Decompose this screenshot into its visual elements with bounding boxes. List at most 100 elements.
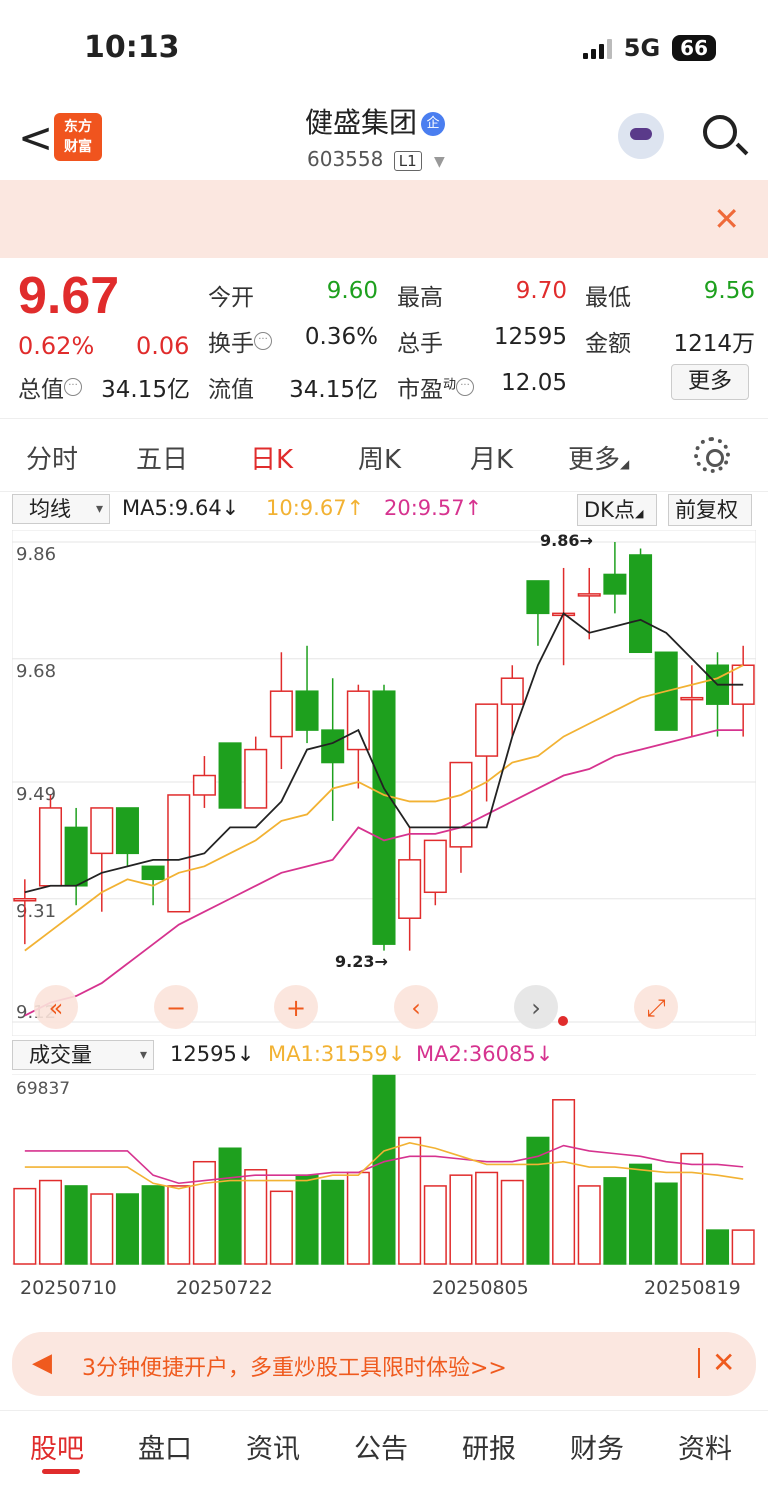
assistant-robot-icon[interactable] — [618, 113, 664, 159]
volume-bar — [449, 1174, 473, 1265]
volume-bar — [321, 1179, 345, 1265]
candle-body — [90, 807, 114, 855]
candle — [372, 684, 396, 951]
control-button-glyph: « — [49, 994, 64, 1022]
candle-body — [13, 898, 37, 902]
volume-bar — [244, 1169, 268, 1265]
vol-ma2: MA2:36085↓ — [416, 1042, 554, 1066]
volume-chart[interactable]: 69837 20250710 20250722 20250805 20250819 — [12, 1074, 756, 1316]
volume-bar — [654, 1182, 678, 1265]
bottom-tabs: 股吧 盘口 资讯 公告 研报 财务 资料 — [0, 1410, 768, 1489]
turnover-value: 0.36% — [304, 324, 378, 350]
tab-finance[interactable]: 财务 — [570, 1427, 624, 1466]
candle-body — [115, 807, 139, 855]
candle-body — [423, 839, 447, 894]
candle-body — [475, 703, 499, 757]
volume-bar — [115, 1193, 139, 1265]
volume-bar — [167, 1185, 191, 1265]
kline-chart[interactable]: 9.869.689.499.319.129.86→9.23→«−+‹›⤢ — [12, 530, 756, 1036]
candle-body — [64, 826, 88, 887]
back-icon[interactable]: < — [18, 113, 53, 162]
volume-bar — [552, 1099, 576, 1265]
tab-monthly-k[interactable]: 月K — [470, 439, 513, 476]
info-icon[interactable]: ··· — [456, 378, 475, 397]
active-tab-indicator — [42, 1469, 80, 1474]
next-icon[interactable]: › — [514, 985, 558, 1029]
rewind-icon[interactable]: « — [34, 985, 78, 1029]
info-icon[interactable]: ··· — [64, 378, 82, 397]
gear-icon[interactable] — [694, 437, 730, 473]
status-bar: 10:13 5G 66 — [0, 0, 768, 95]
control-button-glyph: › — [531, 994, 541, 1022]
dk-label: DK点 — [584, 498, 635, 522]
candle — [38, 794, 63, 887]
low-annotation: 9.23→ — [335, 952, 388, 971]
stock-code[interactable]: 603558 L1 ▼ — [307, 147, 445, 171]
tab-profile[interactable]: 资料 — [678, 1427, 732, 1466]
stock-name-text: 健盛集团 — [305, 106, 418, 139]
close-icon[interactable]: ✕ — [713, 200, 740, 238]
volume-bar — [475, 1171, 499, 1265]
tab-more-label: 更多 — [568, 445, 621, 475]
tab-news[interactable]: 资讯 — [246, 1427, 300, 1466]
amount-label: 金额 — [585, 331, 631, 357]
status-indicators: 5G 66 — [582, 34, 716, 62]
y-tick-label: 69837 — [16, 1079, 70, 1099]
dk-button[interactable]: DK点◢ — [577, 494, 657, 526]
volume-bar — [423, 1185, 447, 1265]
x-tick-label: 20250710 — [20, 1277, 117, 1299]
megaphone-icon: ◀ — [32, 1348, 52, 1378]
tab-guba[interactable]: 股吧 — [30, 1427, 84, 1466]
tab-weekly-k[interactable]: 周K — [358, 439, 401, 476]
more-button[interactable]: 更多 — [671, 364, 749, 400]
adjust-button[interactable]: 前复权 — [668, 494, 752, 526]
candle-body — [244, 748, 268, 809]
quote-high: 最高 9.70 — [397, 278, 567, 312]
ma20-value: 20:9.57↑ — [384, 496, 483, 520]
turnover-label: 换手 — [208, 331, 254, 357]
close-icon[interactable]: ✕ — [712, 1346, 735, 1379]
promo-text: 3分钟便捷开户，多重炒股工具限时体验>> — [82, 1356, 507, 1381]
search-icon[interactable] — [703, 115, 737, 149]
promo-banner[interactable]: ◀ 3分钟便捷开户，多重炒股工具限时体验>> ✕ — [12, 1332, 756, 1396]
fullscreen-icon[interactable]: ⤢ — [634, 985, 678, 1029]
pe-value: 12.05 — [501, 370, 567, 396]
tab-announcements[interactable]: 公告 — [354, 1427, 408, 1466]
volume-bar — [500, 1179, 524, 1265]
red-dot-indicator — [558, 1016, 568, 1026]
volume-bar — [603, 1177, 627, 1265]
logo-line1: 东方 — [64, 119, 92, 135]
battery-icon: 66 — [672, 35, 716, 61]
mktcap-label: 总值 — [18, 377, 64, 403]
candle-body — [372, 690, 396, 945]
signal-icon — [582, 37, 612, 59]
volume-bar — [192, 1160, 216, 1265]
quote-open: 今开 9.60 — [208, 278, 378, 312]
tab-daily-k[interactable]: 日K — [250, 439, 293, 476]
tab-research[interactable]: 研报 — [462, 1427, 516, 1466]
volume-select[interactable]: 成交量 — [12, 1040, 154, 1070]
volume-bar — [38, 1179, 63, 1265]
chevron-down-icon[interactable]: ▼ — [434, 154, 445, 170]
zoom-in-icon[interactable]: + — [274, 985, 318, 1029]
divider — [698, 1348, 700, 1378]
x-tick-label: 20250805 — [432, 1277, 529, 1299]
quote-low: 最低 9.56 — [585, 278, 755, 312]
high-label: 最高 — [397, 285, 443, 311]
prev-icon[interactable]: ‹ — [394, 985, 438, 1029]
tab-more[interactable]: 更多◢ — [568, 439, 629, 476]
tab-timeshare[interactable]: 分时 — [26, 439, 78, 476]
volume-bar — [218, 1147, 242, 1265]
info-icon[interactable]: ··· — [254, 332, 272, 351]
tab-pankou[interactable]: 盘口 — [138, 1427, 192, 1466]
candle-body — [38, 807, 63, 887]
indicator-select[interactable]: 均线 — [12, 494, 110, 524]
notice-banner: ✕ — [0, 180, 768, 258]
volume-bar — [90, 1193, 114, 1265]
zoom-out-icon[interactable]: − — [154, 985, 198, 1029]
tab-five-day[interactable]: 五日 — [136, 439, 188, 476]
amount-value: 1214万 — [673, 331, 755, 357]
volume-bar — [577, 1185, 601, 1265]
app-logo[interactable]: 东方 财富 — [54, 113, 102, 161]
quote-amount: 金额 1214万 — [585, 324, 755, 358]
